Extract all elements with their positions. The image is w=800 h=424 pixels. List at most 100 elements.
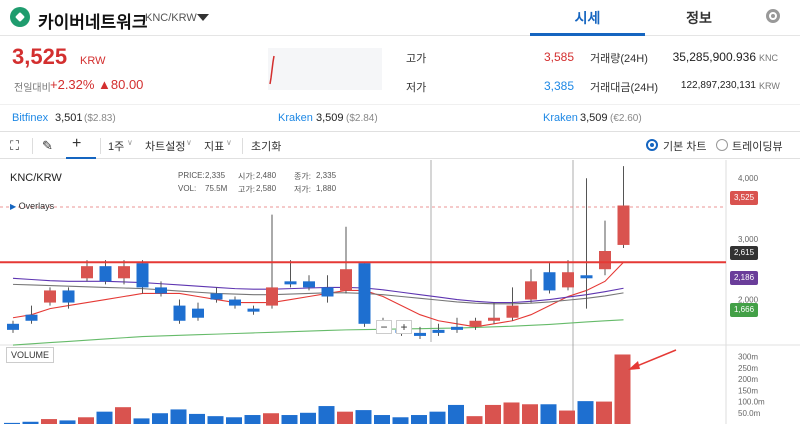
divider <box>32 138 33 154</box>
high-value: 3,585 <box>543 50 574 64</box>
exchange-ref: ($2.83) <box>84 113 116 124</box>
fullscreen-icon[interactable]: ⛶ <box>10 138 19 154</box>
basic-chart-label[interactable]: 기본 차트 <box>663 138 707 154</box>
ohlc-price: 2,335 <box>205 171 226 180</box>
exchange-ref: ($2.84) <box>346 113 378 124</box>
volume-bar <box>152 413 168 424</box>
amount-value: 122,897,230,131 <box>680 80 756 91</box>
chart-toolbar: ⛶ ✎ + 1주 ∨ 차트설정 ∨ 지표 ∨ 초기화 기본 차트 트레이딩뷰 <box>0 131 800 159</box>
volume-bar <box>318 406 335 424</box>
candle-body <box>229 299 241 306</box>
divider <box>100 138 101 154</box>
candle-body <box>284 281 297 285</box>
volume-bar <box>189 413 205 424</box>
active-tool-indicator <box>66 157 96 159</box>
amount-unit: KRW <box>759 81 780 91</box>
change-label: 전일대비 <box>14 83 51 94</box>
reset-button[interactable]: 초기화 <box>251 138 281 154</box>
tradingview-label[interactable]: 트레이딩뷰 <box>732 138 783 154</box>
ohlc-high: 2,580 <box>256 184 277 193</box>
volume-bar <box>559 410 575 424</box>
volume-unit: KNC <box>759 53 779 63</box>
volume-bar <box>96 411 113 424</box>
chevron-down-icon: ∨ <box>186 138 192 147</box>
volume-axis-tick: 200m <box>738 375 758 384</box>
candle-body <box>7 323 19 330</box>
price-axis-tick: 4,000 <box>738 174 759 183</box>
chevron-down-icon[interactable] <box>197 14 209 21</box>
volume-axis-tick: 50.0m <box>738 409 761 418</box>
volume-axis-tick: 100.0m <box>738 398 765 407</box>
chart-svg: 4,0003,0002,000300m250m200m150m100.0m50.… <box>0 160 800 424</box>
candle-body <box>321 287 334 297</box>
volume-bar <box>392 417 409 424</box>
candle-body <box>340 269 352 291</box>
volume-bar <box>244 415 261 424</box>
exchange-row: Bitfinex 3,501 ($2.83) Kraken 3,509 ($2.… <box>0 104 800 130</box>
candle-body <box>81 266 93 279</box>
volume-label: VOLUME <box>6 347 55 363</box>
sparkline-path <box>269 55 275 85</box>
volume-bar <box>170 409 187 424</box>
high-label: 고가 <box>406 53 427 65</box>
volume-bar <box>411 415 427 424</box>
volume-bar <box>614 354 631 424</box>
price-chart[interactable]: 4,000 3,000 2,000 300m 250m 200m 150m 100.0m 50.… <box>0 160 800 424</box>
volume-bar <box>485 404 501 424</box>
mini-sparkline <box>268 48 382 90</box>
last-price-tag: 3,525 <box>730 191 759 205</box>
volume-bar <box>133 418 150 424</box>
candle-body <box>451 326 463 330</box>
volume-bar <box>577 401 594 424</box>
exchange-name[interactable]: Kraken <box>278 112 313 124</box>
volume-bar <box>374 415 390 424</box>
volume-value: 35,285,900.936 <box>672 50 756 64</box>
crosshair-icon[interactable]: + <box>72 135 81 153</box>
volume-bar <box>503 402 520 424</box>
divider <box>242 138 243 154</box>
candle-body <box>358 263 371 324</box>
volume-bar <box>115 407 131 424</box>
volume-bar <box>466 416 483 424</box>
exchange-price: 3,501 <box>55 112 83 124</box>
zoom-out-button[interactable]: − <box>376 320 392 334</box>
ohlc-vol: 75.5M <box>205 184 228 193</box>
volume-axis-tick: 300m <box>738 353 758 362</box>
price-axis-tick: 3,000 <box>738 235 759 244</box>
chevron-down-icon: ∨ <box>127 138 133 147</box>
volume-bar <box>429 411 446 424</box>
indicators-button[interactable]: 지표 <box>204 138 224 154</box>
pencil-icon[interactable]: ✎ <box>42 138 53 154</box>
tab-market[interactable]: 시세 <box>530 0 645 36</box>
exchange-name[interactable]: Bitfinex <box>12 112 48 124</box>
candle-body <box>543 272 556 291</box>
volume-bar <box>207 416 224 424</box>
candle-body <box>599 251 611 270</box>
top-header: 카이버네트워크 KNC/KRW 시세 정보 <box>0 0 800 36</box>
candle-body <box>525 281 537 300</box>
exchange-price: 3,509 <box>316 112 344 124</box>
current-price: 3,525 <box>12 44 68 69</box>
tradingview-radio[interactable] <box>716 139 728 151</box>
tab-info[interactable]: 정보 <box>645 0 753 36</box>
exchange-name[interactable]: Kraken <box>543 112 578 124</box>
zoom-in-button[interactable]: + <box>396 320 412 334</box>
gear-icon[interactable] <box>766 9 780 23</box>
candle-body <box>155 287 167 294</box>
volume-bar <box>263 413 279 424</box>
price-unit: KRW <box>80 55 106 67</box>
chart-pair-label: KNC/KRW <box>10 172 62 184</box>
volume-bar <box>540 404 557 424</box>
candle-body <box>44 290 56 303</box>
ohlc-close-label: 종가: <box>294 172 311 181</box>
sparkline-svg <box>269 55 275 85</box>
volume-bar <box>300 412 316 424</box>
overlays-toggle[interactable]: ▶ Overlays <box>10 201 54 211</box>
chart-settings-button[interactable]: 차트설정 <box>145 138 185 154</box>
candle-body <box>62 290 75 303</box>
volume-bar <box>522 404 538 424</box>
interval-select[interactable]: 1주 <box>108 138 124 154</box>
basic-chart-radio[interactable] <box>646 139 658 151</box>
ohlc-close: 2,335 <box>316 171 337 180</box>
volume-bar <box>41 419 57 424</box>
